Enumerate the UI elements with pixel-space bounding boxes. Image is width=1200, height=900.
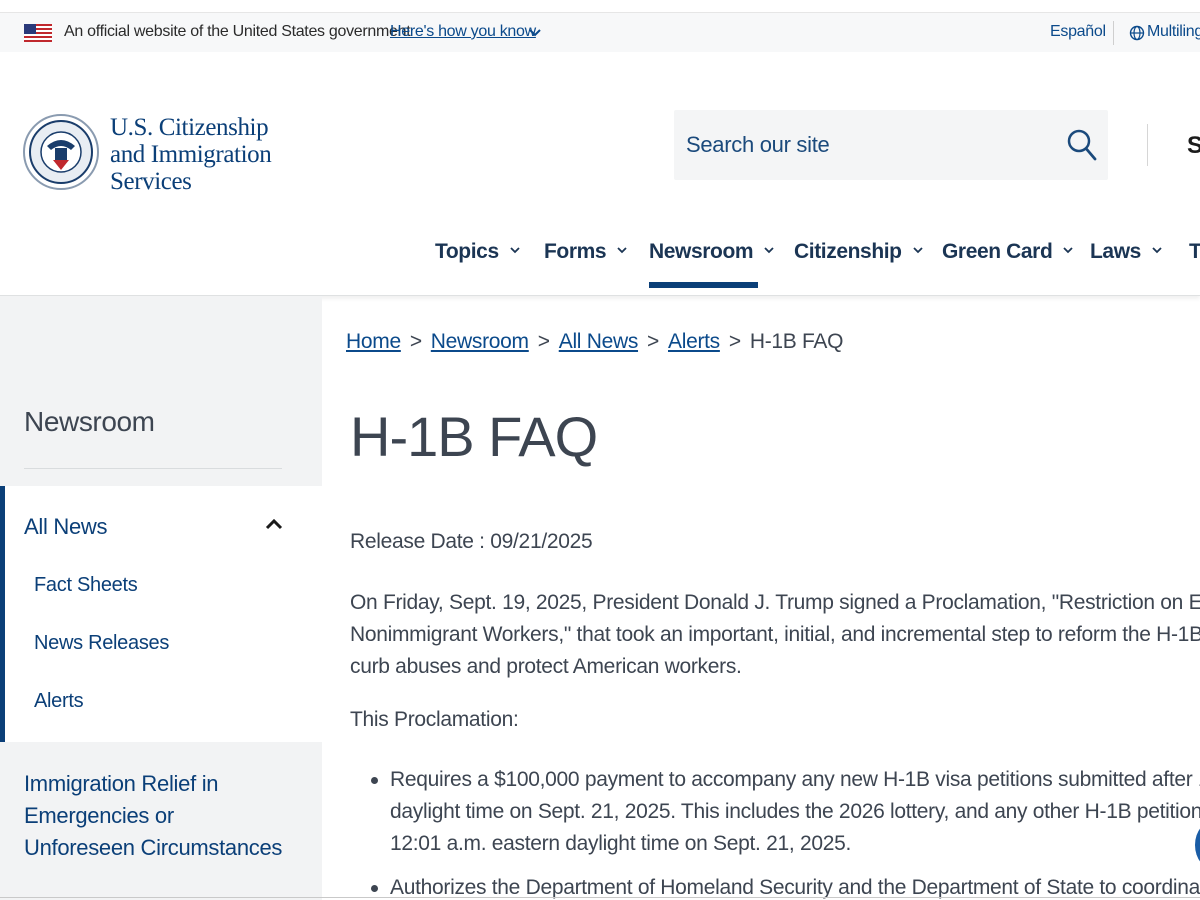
breadcrumb-separator: > bbox=[647, 330, 659, 353]
page-title: H-1B FAQ bbox=[350, 405, 598, 468]
search-icon[interactable] bbox=[1066, 128, 1098, 162]
breadcrumb-all-news[interactable]: All News bbox=[559, 330, 639, 353]
nav-laws[interactable]: Laws bbox=[1090, 240, 1163, 264]
breadcrumb-separator: > bbox=[537, 330, 550, 353]
sidebar-item-fact-sheets[interactable]: Fact Sheets bbox=[34, 574, 138, 597]
header-divider bbox=[1147, 124, 1148, 166]
sidebar-item-alerts[interactable]: Alerts bbox=[34, 690, 84, 713]
sidebar-nav-group: All News Fact Sheets News Releases Alert… bbox=[0, 486, 322, 742]
bottom-divider bbox=[0, 897, 1200, 898]
chevron-down-icon bbox=[1152, 247, 1162, 254]
list-item-line: daylight time on Sept. 21, 2025. This in… bbox=[390, 800, 1200, 823]
breadcrumb-newsroom[interactable]: Newsroom bbox=[431, 330, 529, 353]
sidebar-item-news-releases[interactable]: News Releases bbox=[34, 632, 169, 655]
agency-name[interactable]: U.S. Citizenship and Immigration Service… bbox=[110, 114, 272, 195]
sidebar-title: Newsroom bbox=[24, 406, 155, 437]
search-input[interactable] bbox=[686, 128, 1046, 162]
release-date-label: Release Date : bbox=[350, 530, 485, 553]
breadcrumb-alerts[interactable]: Alerts bbox=[668, 330, 720, 353]
espanol-link[interactable]: Español bbox=[1050, 23, 1106, 41]
list-item: Requires a $100,000 payment to accompany… bbox=[390, 764, 1200, 860]
globe-icon[interactable] bbox=[1129, 25, 1145, 41]
nav-newsroom[interactable]: Newsroom bbox=[649, 240, 775, 264]
intro-paragraph: On Friday, Sept. 19, 2025, President Don… bbox=[350, 587, 1200, 683]
list-item-line: 12:01 a.m. eastern daylight time on Sept… bbox=[390, 832, 852, 855]
sign-in-link[interactable]: S bbox=[1187, 132, 1200, 160]
banner-divider bbox=[1113, 21, 1114, 45]
nav-forms[interactable]: Forms bbox=[544, 240, 628, 264]
chevron-down-icon bbox=[617, 247, 627, 254]
official-site-text: An official website of the United States… bbox=[64, 23, 411, 40]
nav-topics[interactable]: Topics bbox=[435, 240, 521, 264]
chevron-down-icon bbox=[510, 247, 520, 254]
chevron-down-icon bbox=[912, 247, 923, 254]
agency-name-line: U.S. Citizenship bbox=[110, 114, 269, 141]
bullet-icon bbox=[371, 885, 378, 892]
chevron-down-icon bbox=[764, 247, 774, 254]
paragraph-line: On Friday, Sept. 19, 2025, President Don… bbox=[350, 591, 1200, 614]
sidebar-item-label: Immigration Relief in bbox=[24, 771, 219, 796]
sidebar-item-all-news[interactable]: All News bbox=[24, 514, 107, 540]
main-nav: Topics Forms Newsroom Citizenship Green … bbox=[0, 228, 1200, 296]
sidebar-item-label: Emergencies or bbox=[24, 803, 174, 828]
breadcrumb-separator: > bbox=[409, 330, 422, 353]
list-item: Authorizes the Department of Homeland Se… bbox=[390, 872, 1200, 900]
breadcrumb-home[interactable]: Home bbox=[346, 330, 401, 353]
breadcrumb-current: H-1B FAQ bbox=[749, 330, 844, 353]
agency-name-line: Services bbox=[110, 168, 192, 195]
breadcrumb: Home > Newsroom > All News > Alerts > H-1B FAQ bbox=[346, 330, 843, 354]
release-date-value: 09/21/2025 bbox=[490, 530, 593, 553]
proclamation-label: This Proclamation: bbox=[350, 708, 519, 731]
nav-truncated-item[interactable]: T bbox=[1189, 240, 1200, 264]
nav-green-card[interactable]: Green Card bbox=[942, 240, 1074, 264]
agency-name-line: and Immigration bbox=[110, 141, 272, 168]
list-item-line: Requires a $100,000 payment to accompany… bbox=[390, 768, 1200, 791]
sidebar: Newsroom All News Fact Sheets News Relea… bbox=[0, 296, 322, 900]
chevron-down-icon[interactable] bbox=[528, 26, 542, 40]
sidebar-divider bbox=[24, 468, 282, 469]
nav-citizenship[interactable]: Citizenship bbox=[794, 240, 924, 264]
sidebar-item-immigration-relief[interactable]: Immigration Relief in Emergencies or Unf… bbox=[24, 768, 282, 864]
chevron-down-icon bbox=[1063, 247, 1074, 254]
multilingual-link[interactable]: Multiling bbox=[1147, 23, 1200, 41]
bullet-icon bbox=[371, 777, 378, 784]
us-flag-icon bbox=[24, 24, 52, 42]
dhs-seal-logo[interactable] bbox=[23, 104, 99, 200]
paragraph-line: curb abuses and protect American workers… bbox=[350, 655, 742, 678]
list-item-line: Authorizes the Department of Homeland Se… bbox=[390, 876, 1200, 899]
chevron-up-icon[interactable] bbox=[264, 516, 284, 532]
how-you-know-link[interactable]: Here's how you know bbox=[390, 23, 536, 41]
breadcrumb-separator: > bbox=[728, 330, 741, 353]
search-box bbox=[674, 110, 1108, 180]
sidebar-item-label: Unforeseen Circumstances bbox=[24, 835, 283, 860]
gov-banner: An official website of the United States… bbox=[0, 12, 1200, 52]
release-date: Release Date : 09/21/2025 bbox=[350, 530, 593, 554]
nav-active-indicator bbox=[649, 282, 758, 288]
paragraph-line: Nonimmigrant Workers," that took an impo… bbox=[350, 623, 1200, 646]
